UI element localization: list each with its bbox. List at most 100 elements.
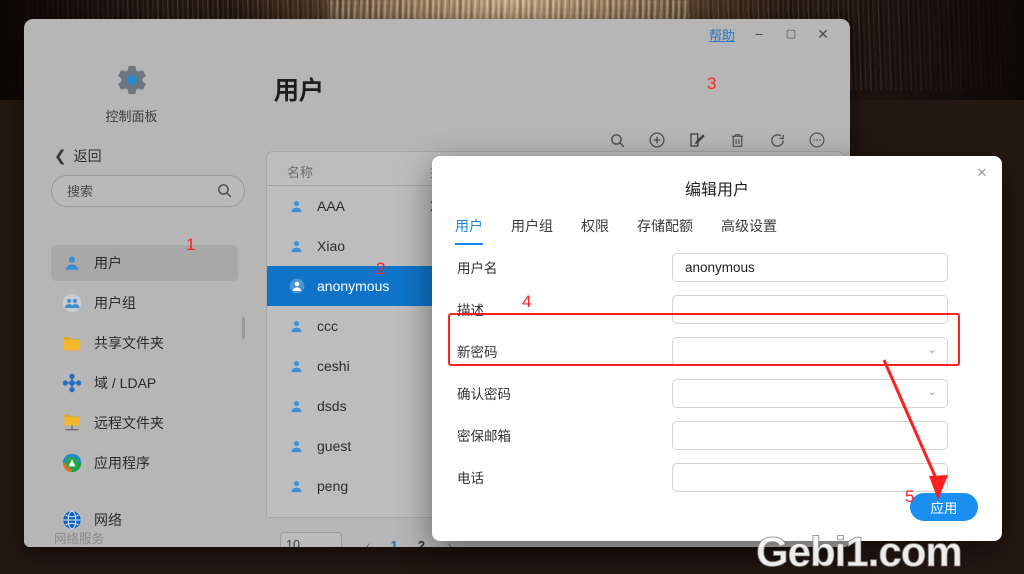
sidebar-search-box[interactable]	[51, 175, 245, 207]
refresh-icon[interactable]	[766, 129, 788, 151]
sidebar-item-label: 用户	[94, 255, 122, 271]
sidebar-item-shared-folder[interactable]: 共享文件夹	[51, 325, 238, 361]
pagination-prev[interactable]: ‹	[366, 537, 371, 547]
ldap-icon	[59, 373, 85, 393]
apply-button[interactable]: 应用	[910, 493, 978, 521]
sidebar: 控制面板 ❮ 返回 访问权限	[24, 49, 245, 547]
dialog-title: 编辑用户	[684, 182, 749, 199]
remote-folder-icon	[59, 413, 85, 433]
delete-icon[interactable]	[726, 129, 748, 151]
sidebar-item-label: 远程文件夹	[94, 415, 164, 431]
phone-input[interactable]	[683, 468, 917, 486]
confirm-password-input[interactable]	[683, 384, 917, 402]
sidebar-item-applications[interactable]: 应用程序	[51, 445, 238, 481]
apps-icon	[59, 453, 85, 473]
window-close-button[interactable]: ✕	[810, 24, 836, 44]
user-icon	[289, 439, 305, 454]
chevron-down-icon[interactable]: ⌄	[928, 385, 937, 398]
description-field[interactable]	[672, 294, 948, 324]
field-label: 电话	[457, 471, 484, 486]
edit-user-form: 用户名 描述 新密码 ⌄ 确认密码	[432, 251, 1002, 503]
field-row-description: 描述	[432, 293, 1002, 325]
tab-permission[interactable]: 权限	[581, 216, 609, 245]
group-icon	[59, 293, 85, 313]
description-input[interactable]	[683, 300, 917, 318]
confirm-password-field[interactable]: ⌄	[672, 378, 948, 408]
field-row-phone: 电话	[432, 461, 1002, 493]
control-panel-label: 控制面板	[105, 109, 158, 124]
search-icon[interactable]	[606, 129, 628, 151]
screenshot-root: 帮助 − ▢ ✕ 控制面板 ❮ 返回 搜索 用户 用户组 共享文件夹 域 / L…	[0, 0, 1024, 574]
add-icon[interactable]	[646, 129, 668, 151]
pagination-page-1[interactable]: 1	[391, 538, 398, 548]
row-name: anonymous	[317, 278, 390, 294]
edit-user-dialog: ✕ 编辑用户 用户 用户组 权限 存储配额 高级设置 用户名 描述	[432, 156, 1002, 541]
tab-advanced[interactable]: 高级设置	[721, 216, 777, 245]
chevron-left-icon: ❮	[54, 147, 67, 165]
row-name: guest	[317, 438, 352, 454]
row-name: dsds	[317, 398, 347, 414]
tab-groups[interactable]: 用户组	[511, 216, 553, 245]
user-icon	[289, 479, 305, 494]
window-maximize-button[interactable]: ▢	[778, 24, 804, 44]
user-icon	[289, 239, 305, 254]
field-label: 描述	[457, 303, 484, 318]
tab-user[interactable]: 用户	[455, 216, 483, 245]
recovery-email-field[interactable]	[672, 420, 948, 450]
sidebar-item-domain-ldap[interactable]: 域 / LDAP	[51, 365, 238, 401]
sidebar-item-label: 网络	[94, 512, 122, 528]
sidebar-item-label: 用户组	[94, 295, 136, 311]
recovery-email-input[interactable]	[683, 426, 917, 444]
field-label: 用户名	[457, 261, 498, 276]
pagination-page-2[interactable]: 2	[418, 538, 425, 548]
window-minimize-button[interactable]: −	[746, 24, 772, 44]
sidebar-item-users[interactable]: 用户	[51, 245, 238, 281]
folder-icon	[59, 334, 85, 352]
page-size-select[interactable]: 10 ⌄	[280, 532, 342, 547]
edit-icon[interactable]	[686, 129, 708, 151]
username-field[interactable]	[672, 252, 948, 282]
user-icon	[289, 399, 305, 414]
new-password-field[interactable]: ⌄	[672, 336, 948, 366]
field-row-new-password: 新密码 ⌄	[432, 335, 1002, 367]
row-name: ccc	[317, 318, 338, 334]
sidebar-item-label: 共享文件夹	[94, 335, 164, 351]
help-link[interactable]: 帮助	[709, 25, 735, 44]
row-name: Xiao	[317, 238, 346, 254]
row-name: AAA	[317, 198, 346, 214]
field-label: 密保邮箱	[457, 429, 511, 444]
field-label: 新密码	[457, 345, 498, 360]
new-password-input[interactable]	[683, 342, 917, 360]
back-button[interactable]: ❮ 返回	[54, 146, 102, 166]
row-name: ceshi	[317, 358, 350, 374]
user-icon	[59, 254, 85, 272]
sidebar-item-remote-folder[interactable]: 远程文件夹	[51, 405, 238, 441]
search-input[interactable]	[65, 182, 209, 200]
gear-icon	[115, 63, 149, 102]
sidebar-item-network[interactable]: 网络	[51, 502, 238, 538]
tab-quota[interactable]: 存储配额	[637, 216, 693, 245]
annotation-number-2: 2	[376, 259, 386, 278]
field-label: 确认密码	[457, 387, 511, 402]
sidebar-item-label: 域 / LDAP	[94, 375, 157, 391]
column-header-name: 名称	[287, 165, 314, 180]
user-icon	[289, 199, 305, 214]
page-size-value: 10	[286, 538, 300, 547]
chevron-down-icon[interactable]: ⌄	[928, 343, 937, 356]
more-icon[interactable]	[806, 129, 828, 151]
chevron-down-icon: ⌄	[325, 538, 336, 548]
user-icon	[289, 278, 305, 294]
globe-icon	[59, 510, 85, 530]
sidebar-item-groups[interactable]: 用户组	[51, 285, 238, 321]
field-row-confirm-password: 确认密码 ⌄	[432, 377, 1002, 409]
dialog-tabs: 用户 用户组 权限 存储配额 高级设置	[455, 216, 777, 245]
window-titlebar: 帮助 − ▢ ✕	[24, 19, 850, 49]
user-icon	[289, 319, 305, 334]
user-icon	[289, 359, 305, 374]
annotation-number-4: 4	[522, 292, 532, 311]
annotation-number-5: 5	[905, 487, 915, 506]
field-row-username: 用户名	[432, 251, 1002, 283]
row-name: peng	[317, 478, 349, 494]
sidebar-item-label: 应用程序	[94, 455, 150, 471]
username-input[interactable]	[683, 258, 917, 276]
